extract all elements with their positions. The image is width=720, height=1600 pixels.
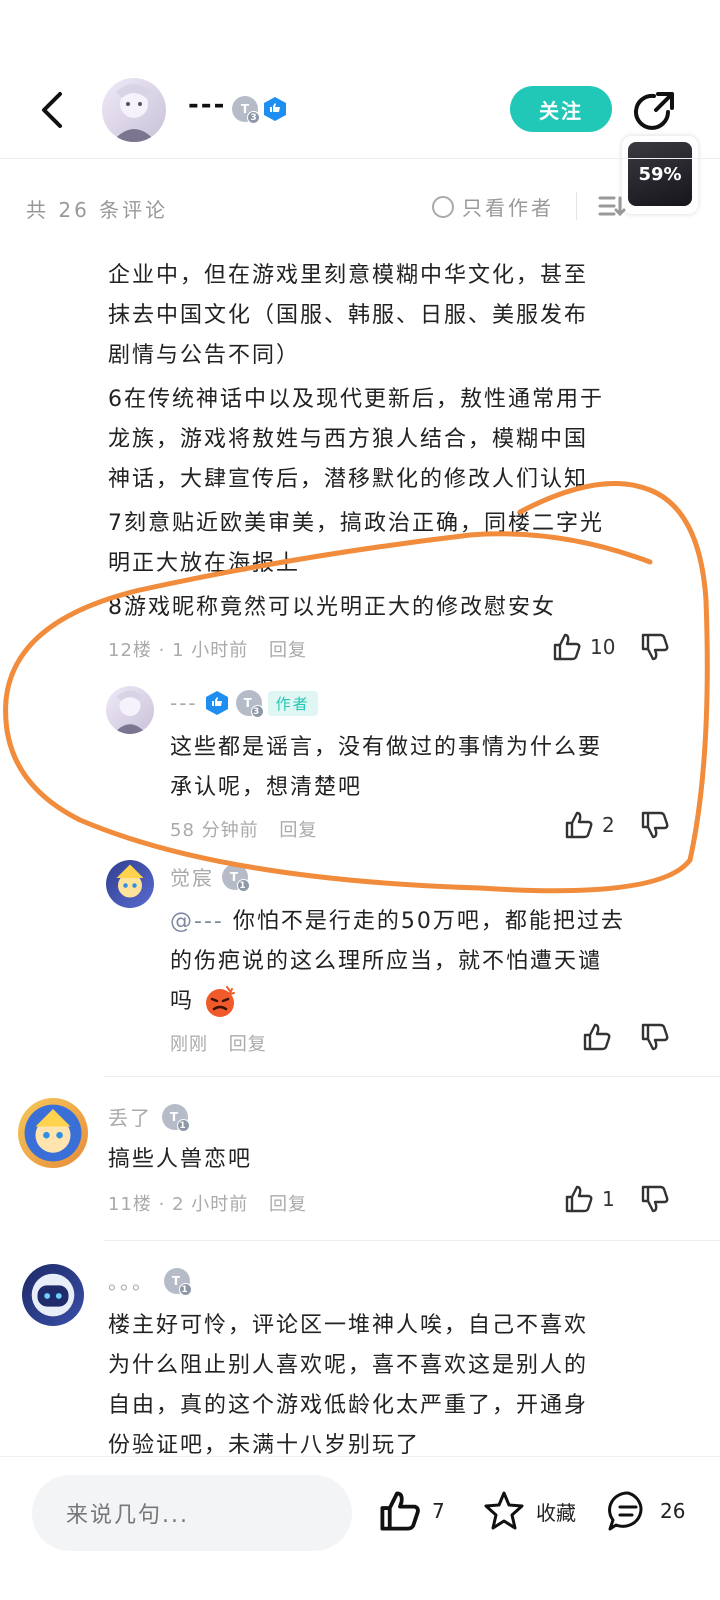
text-line: 剧情与公告不同） [108,343,301,368]
thumbs-up-icon[interactable] [582,1022,612,1052]
comment-count: 共 26 条评论 [26,198,169,222]
reply-button[interactable]: 回复 [229,1034,267,1055]
thumbs-down-icon[interactable] [640,1022,670,1052]
comment-last-body: 楼主好可怜，评论区一堆神人唉，自己不喜欢 为什么阻止别人喜欢呢，喜不喜欢这是别人… [108,1306,678,1466]
comment-divider [104,1076,720,1077]
text-line: 这些都是谣言，没有做过的事情为什么要 [170,735,603,760]
text-line: @--- 你怕不是行走的50万吧，都能把过去 [170,909,625,934]
text-line: 6在传统神话中以及现代更新后，敖性通常用于 [108,387,604,412]
comment-12-body: 企业中，但在游戏里刻意模糊中华文化，甚至 抹去中国文化（国服、韩服、日服、美服发… [108,256,678,628]
comment-filter-bar: 共 26 条评论 只看作者 [0,176,720,236]
text-line: 神话，大肆宣传后，潜移默化的修改人们认知 [108,467,589,492]
mention-link[interactable]: @--- [170,909,224,934]
commenter-name[interactable]: 丢了 [108,1102,152,1131]
reply-time: 刚刚 [170,1034,208,1055]
reply-author-name[interactable]: 觉宸 [170,862,214,891]
commenter-avatar[interactable] [18,1098,88,1168]
reply-button[interactable]: 回复 [269,1194,307,1215]
reply-avatar[interactable] [106,686,154,734]
text-line: 自由，真的这个游戏低龄化太严重了，开通身 [108,1393,589,1418]
comments-button[interactable]: 26 [606,1489,685,1533]
text-line: 楼主好可怜，评论区一堆神人唉，自己不喜欢 [108,1313,589,1338]
text-line: 的伤疤说的这么理所应当，就不怕遭天谴 [170,949,603,974]
reply-time: 58 分钟前 [170,820,259,841]
header-divider [0,158,720,159]
like-count: 2 [602,813,615,837]
comment-divider [104,1240,720,1241]
comment-11-body: 搞些人兽恋吧 [108,1147,253,1172]
floor-time: 12楼 · 1 小时前 [108,640,249,661]
level-badge: T1 [162,1103,190,1132]
share-icon[interactable] [632,90,676,134]
commenter-avatar[interactable] [22,1264,84,1326]
top-bar: --- T3 关注 [0,60,720,160]
follow-button[interactable]: 关注 [510,86,612,132]
comment-11-meta: 11楼 · 2 小时前 回复 [108,1190,321,1216]
filter-separator [576,192,577,220]
text-line: 抹去中国文化（国服、韩服、日服、美服发布 [108,303,589,328]
post-like-count: 7 [432,1499,445,1523]
thumbs-down-icon[interactable] [640,810,670,840]
reply-2-body: @--- 你怕不是行走的50万吧，都能把过去 的伤疤说的这么理所应当，就不怕遭天… [170,902,680,1022]
comment-12-meta: 12楼 · 1 小时前 回复 [108,636,321,662]
reply-header: 觉宸 T1 [170,862,250,892]
like-button[interactable]: 1 [564,1184,615,1214]
comment-input[interactable]: 来说几句... [32,1475,352,1551]
bottom-action-bar: 来说几句... 7 收藏 26 [0,1456,720,1600]
thumbs-up-icon[interactable] [564,1184,594,1214]
text-line: 吗 [170,982,680,1022]
author-tag: 作者 [267,690,318,716]
verified-icon [264,97,286,121]
text-line: 企业中，但在游戏里刻意模糊中华文化，甚至 [108,263,589,288]
commenter-name[interactable]: 。。。 [108,1266,154,1295]
sort-icon[interactable] [598,194,626,218]
comments-count: 26 [660,1499,686,1523]
floor-time: 11楼 · 2 小时前 [108,1194,249,1215]
like-count: 10 [590,635,616,659]
comment-header: 。。。 T1 [108,1266,192,1296]
author-avatar[interactable] [102,78,166,142]
author-name[interactable]: --- [188,90,226,120]
thumbs-down-icon[interactable] [640,1184,670,1214]
level-badge: T3 [232,96,260,124]
back-arrow-icon[interactable] [38,90,68,130]
favorite-label: 收藏 [536,1500,576,1525]
reply-2-meta: 刚刚 回复 [170,1030,281,1056]
reply-button[interactable]: 回复 [269,640,307,661]
verified-icon [205,691,228,715]
text-line: 7刻意贴近欧美审美，搞政治正确，同楼二字光 [108,511,604,536]
reply-1-meta: 58 分钟前 回复 [170,816,331,842]
reply-author-name[interactable]: --- [170,691,198,715]
radio-icon[interactable] [432,195,454,218]
text-line: 龙族，游戏将敖姓与西方狼人结合，模糊中国 [108,427,589,452]
thumbs-up-icon[interactable] [564,810,594,840]
reply-avatar[interactable] [106,860,154,908]
thumbs-up-icon[interactable] [378,1489,422,1533]
reply-header: --- T3 作者 [170,690,318,718]
author-only-toggle[interactable]: 只看作者 [432,192,554,221]
like-button[interactable]: 2 [564,810,615,840]
thumbs-up-icon[interactable] [552,632,582,662]
text-line: 8游戏昵称竟然可以光明正大的修改慰安女 [108,595,556,620]
level-badge: T3 [235,690,264,718]
comment-header: 丢了 T1 [108,1102,190,1132]
comment-bubble-icon[interactable] [606,1489,650,1533]
level-badge: T1 [164,1267,192,1296]
reply-1-body: 这些都是谣言，没有做过的事情为什么要 承认呢，想清楚吧 [170,728,680,808]
like-button[interactable]: 10 [552,632,615,662]
reply-button[interactable]: 回复 [279,820,317,841]
text-line: 承认呢，想清楚吧 [170,775,363,800]
thumbs-down-icon[interactable] [640,632,670,662]
post-like-button[interactable]: 7 [378,1489,445,1533]
angry-emoji-icon [206,986,236,1017]
like-count: 1 [602,1187,615,1211]
star-icon[interactable] [482,1489,526,1533]
level-badge: T1 [222,863,250,892]
text-line: 明正大放在海报上 [108,551,301,576]
text-line: 为什么阻止别人喜欢呢，喜不喜欢这是别人的 [108,1353,589,1378]
author-only-label: 只看作者 [462,196,554,220]
favorite-button[interactable]: 收藏 [482,1489,576,1533]
